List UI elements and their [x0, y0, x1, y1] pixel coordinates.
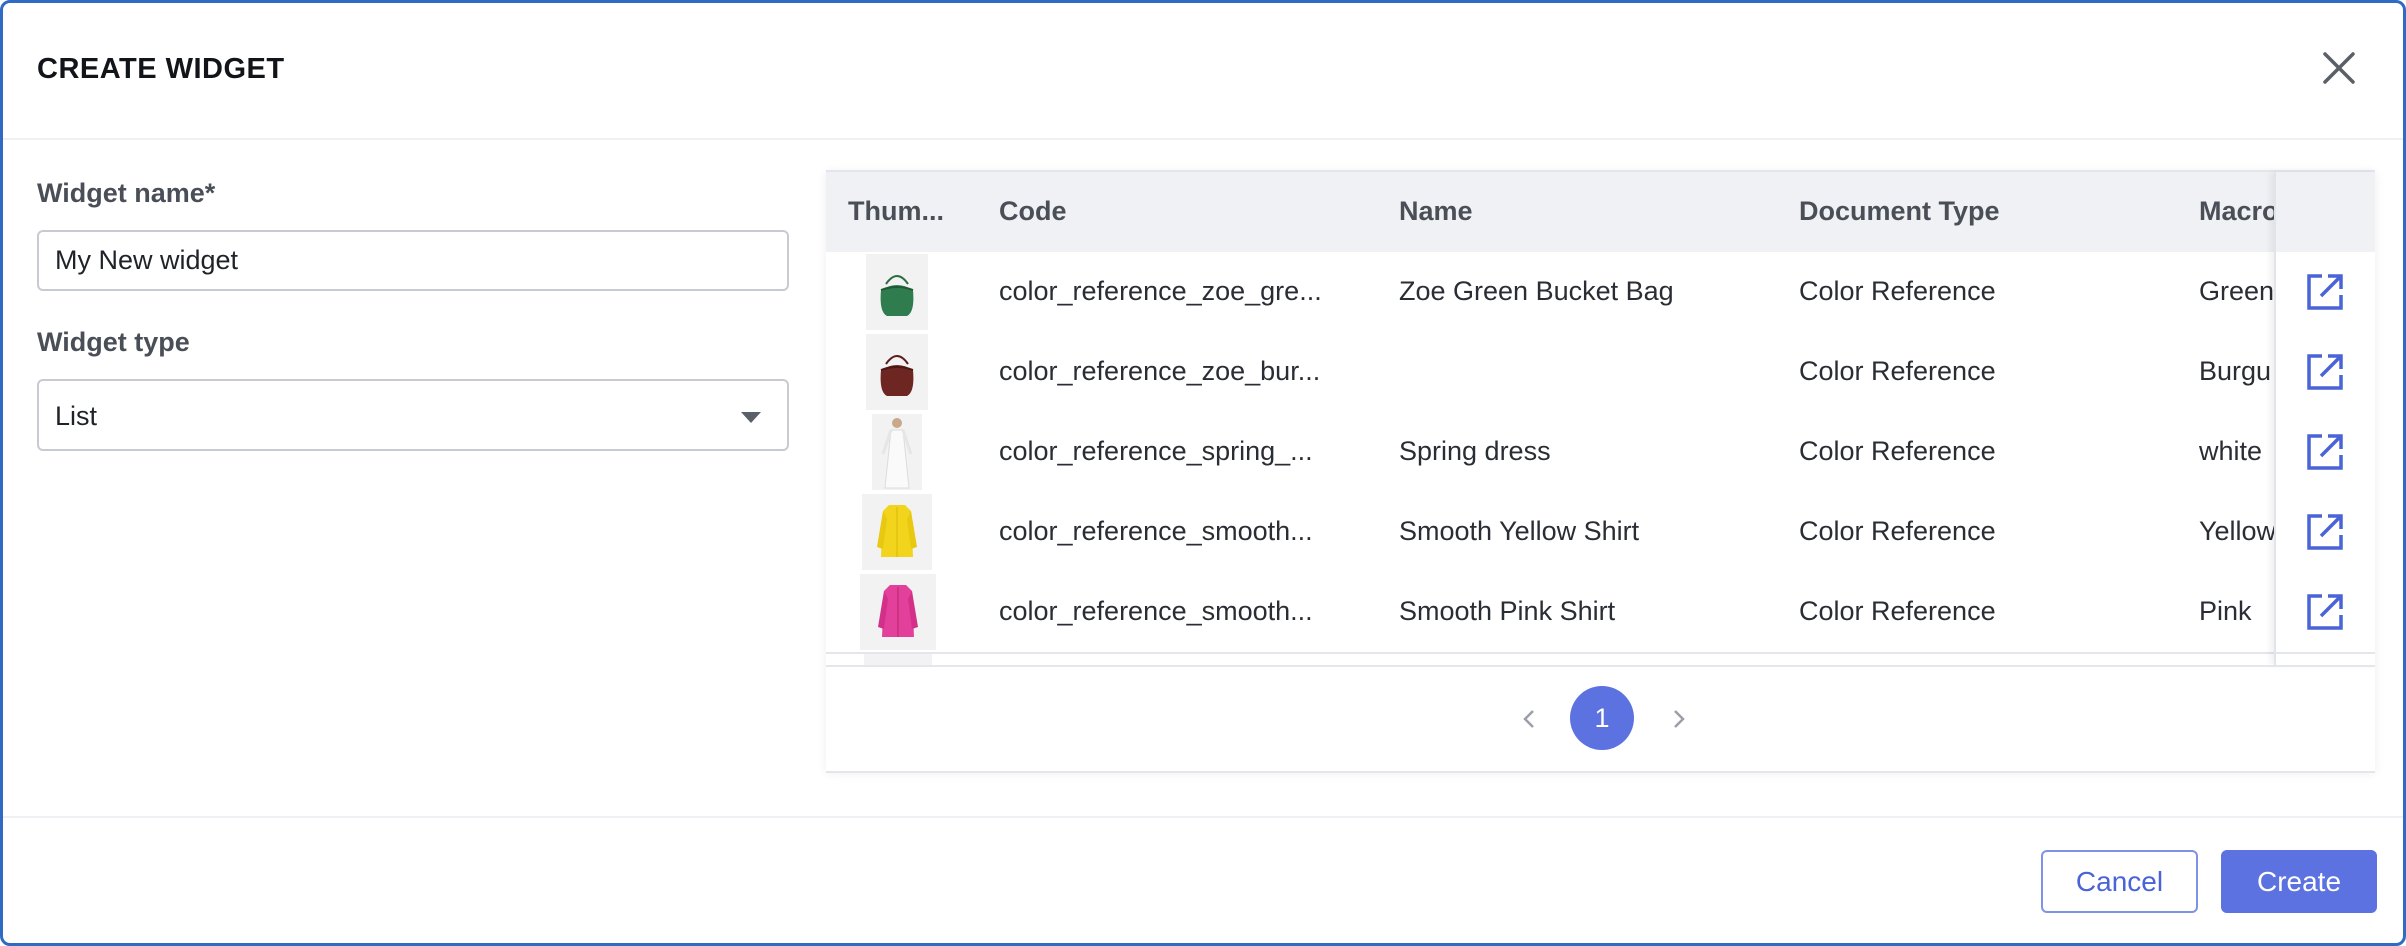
document-type-cell: Color Reference	[1799, 356, 1996, 386]
external-link-icon[interactable]	[2304, 351, 2346, 393]
table-header: Thum... Code Name Document Type Macro	[826, 172, 2375, 254]
column-header-name[interactable]: Name	[1399, 196, 1759, 227]
widget-type-value: List	[55, 401, 98, 431]
widget-type-select[interactable]: List	[37, 379, 789, 451]
chevron-left-icon[interactable]	[1516, 705, 1544, 733]
footer-divider	[3, 816, 2403, 818]
macro-cell: Yellow	[2199, 516, 2274, 546]
thumbnail-white-dress	[872, 414, 922, 490]
widget-name-label: Widget name*	[37, 178, 216, 208]
code-cell: color_reference_spring_...	[999, 436, 1313, 466]
table-row[interactable]: color_reference_zoe_gre... Zoe Green Buc…	[826, 252, 2375, 334]
close-icon	[2323, 52, 2355, 84]
column-header-thumbnail[interactable]: Thum...	[848, 196, 948, 227]
document-type-cell: Color Reference	[1799, 436, 1996, 466]
table-row[interactable]: color_reference_zoe_bur... Color Referen…	[826, 332, 2375, 414]
external-link-icon[interactable]	[2304, 591, 2346, 633]
macro-cell: Burgu	[2199, 356, 2272, 386]
document-type-cell: Color Reference	[1799, 516, 1996, 546]
create-button[interactable]: Create	[2221, 850, 2377, 913]
external-link-icon[interactable]	[2304, 511, 2346, 553]
table-row[interactable]: color_reference_smooth... Smooth Yellow …	[826, 492, 2375, 574]
preview-table: Thum... Code Name Document Type Macro co…	[826, 170, 2375, 773]
caret-down-icon	[741, 412, 761, 423]
dialog-header: CREATE WIDGET	[3, 3, 2403, 140]
thumbnail-pink-shirt	[860, 574, 936, 650]
macro-cell: white	[2199, 436, 2263, 466]
widget-type-label: Widget type	[37, 327, 190, 357]
close-button[interactable]	[2319, 48, 2359, 88]
chevron-right-icon[interactable]	[1664, 705, 1692, 733]
external-link-icon[interactable]	[2304, 431, 2346, 473]
name-cell: Spring dress	[1399, 436, 1551, 466]
thumbnail-burgundy-bucket-bag	[866, 334, 928, 410]
macro-cell: Pink	[2199, 596, 2252, 626]
code-cell: color_reference_smooth...	[999, 596, 1313, 626]
code-cell: color_reference_zoe_gre...	[999, 276, 1322, 306]
document-type-cell: Color Reference	[1799, 596, 1996, 626]
column-header-document-type[interactable]: Document Type	[1799, 196, 2159, 227]
widget-name-input[interactable]	[37, 230, 789, 291]
page-button-current[interactable]: 1	[1570, 686, 1634, 750]
thumbnail-green-bucket-bag	[866, 254, 928, 330]
name-cell: Smooth Yellow Shirt	[1399, 516, 1640, 546]
name-cell: Zoe Green Bucket Bag	[1399, 276, 1674, 306]
column-header-macro[interactable]: Macro	[2199, 196, 2274, 227]
column-header-code[interactable]: Code	[999, 196, 1359, 227]
table-row[interactable]: color_reference_smooth... Smooth Pink Sh…	[826, 572, 2375, 654]
document-type-cell: Color Reference	[1799, 276, 1996, 306]
code-cell: color_reference_smooth...	[999, 516, 1313, 546]
table-row[interactable]: color_reference_spring_... Spring dress …	[826, 412, 2375, 494]
thumbnail-yellow-shirt	[862, 494, 932, 570]
code-cell: color_reference_zoe_bur...	[999, 356, 1321, 386]
pagination: 1	[826, 665, 2375, 773]
cancel-button[interactable]: Cancel	[2041, 850, 2198, 913]
thumbnail-partial	[864, 654, 932, 665]
dialog-title: CREATE WIDGET	[37, 53, 285, 85]
create-widget-dialog: CREATE WIDGET Widget name* Widget type L…	[0, 0, 2406, 946]
macro-cell: Green	[2199, 276, 2274, 306]
name-cell: Smooth Pink Shirt	[1399, 596, 1616, 626]
external-link-icon[interactable]	[2304, 271, 2346, 313]
